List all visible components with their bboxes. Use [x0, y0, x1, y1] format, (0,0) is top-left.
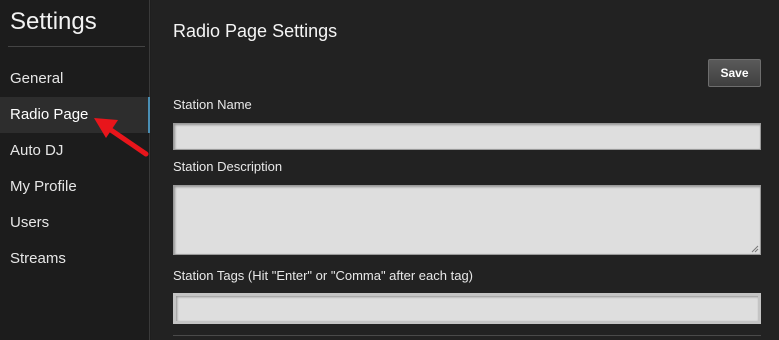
sidebar-item-general[interactable]: General	[0, 61, 150, 97]
sidebar-item-label: Radio Page	[10, 106, 89, 123]
sidebar-item-label: Auto DJ	[10, 142, 64, 159]
station-description-label: Station Description	[173, 159, 283, 174]
sidebar-item-label: General	[10, 70, 64, 87]
station-description-wrapper	[173, 185, 761, 255]
station-name-input[interactable]	[173, 123, 761, 150]
red-pointer-arrow-icon	[94, 118, 149, 157]
sidebar-item-my-profile[interactable]: My Profile	[0, 169, 150, 205]
station-name-label: Station Name	[173, 97, 252, 112]
main-panel: Radio Page Settings Save Station Name St…	[151, 0, 779, 340]
sidebar: Settings General Radio Page Auto DJ My P…	[0, 0, 150, 340]
resize-grip-icon[interactable]	[751, 245, 759, 253]
station-tags-label: Station Tags (Hit "Enter" or "Comma" aft…	[173, 268, 474, 283]
sidebar-item-users[interactable]: Users	[0, 205, 150, 241]
save-button[interactable]: Save	[708, 59, 761, 87]
sidebar-item-label: Streams	[10, 250, 66, 267]
sidebar-item-label: Users	[10, 214, 50, 231]
sidebar-divider	[8, 46, 145, 47]
settings-app: Settings General Radio Page Auto DJ My P…	[0, 0, 779, 340]
station-tags-input[interactable]	[173, 293, 761, 324]
station-description-textarea[interactable]	[173, 185, 761, 255]
sidebar-item-streams[interactable]: Streams	[0, 241, 150, 277]
sidebar-item-label: My Profile	[10, 178, 77, 195]
sidebar-title: Settings	[10, 8, 97, 35]
form-divider	[173, 335, 761, 336]
page-title: Radio Page Settings	[173, 21, 338, 41]
